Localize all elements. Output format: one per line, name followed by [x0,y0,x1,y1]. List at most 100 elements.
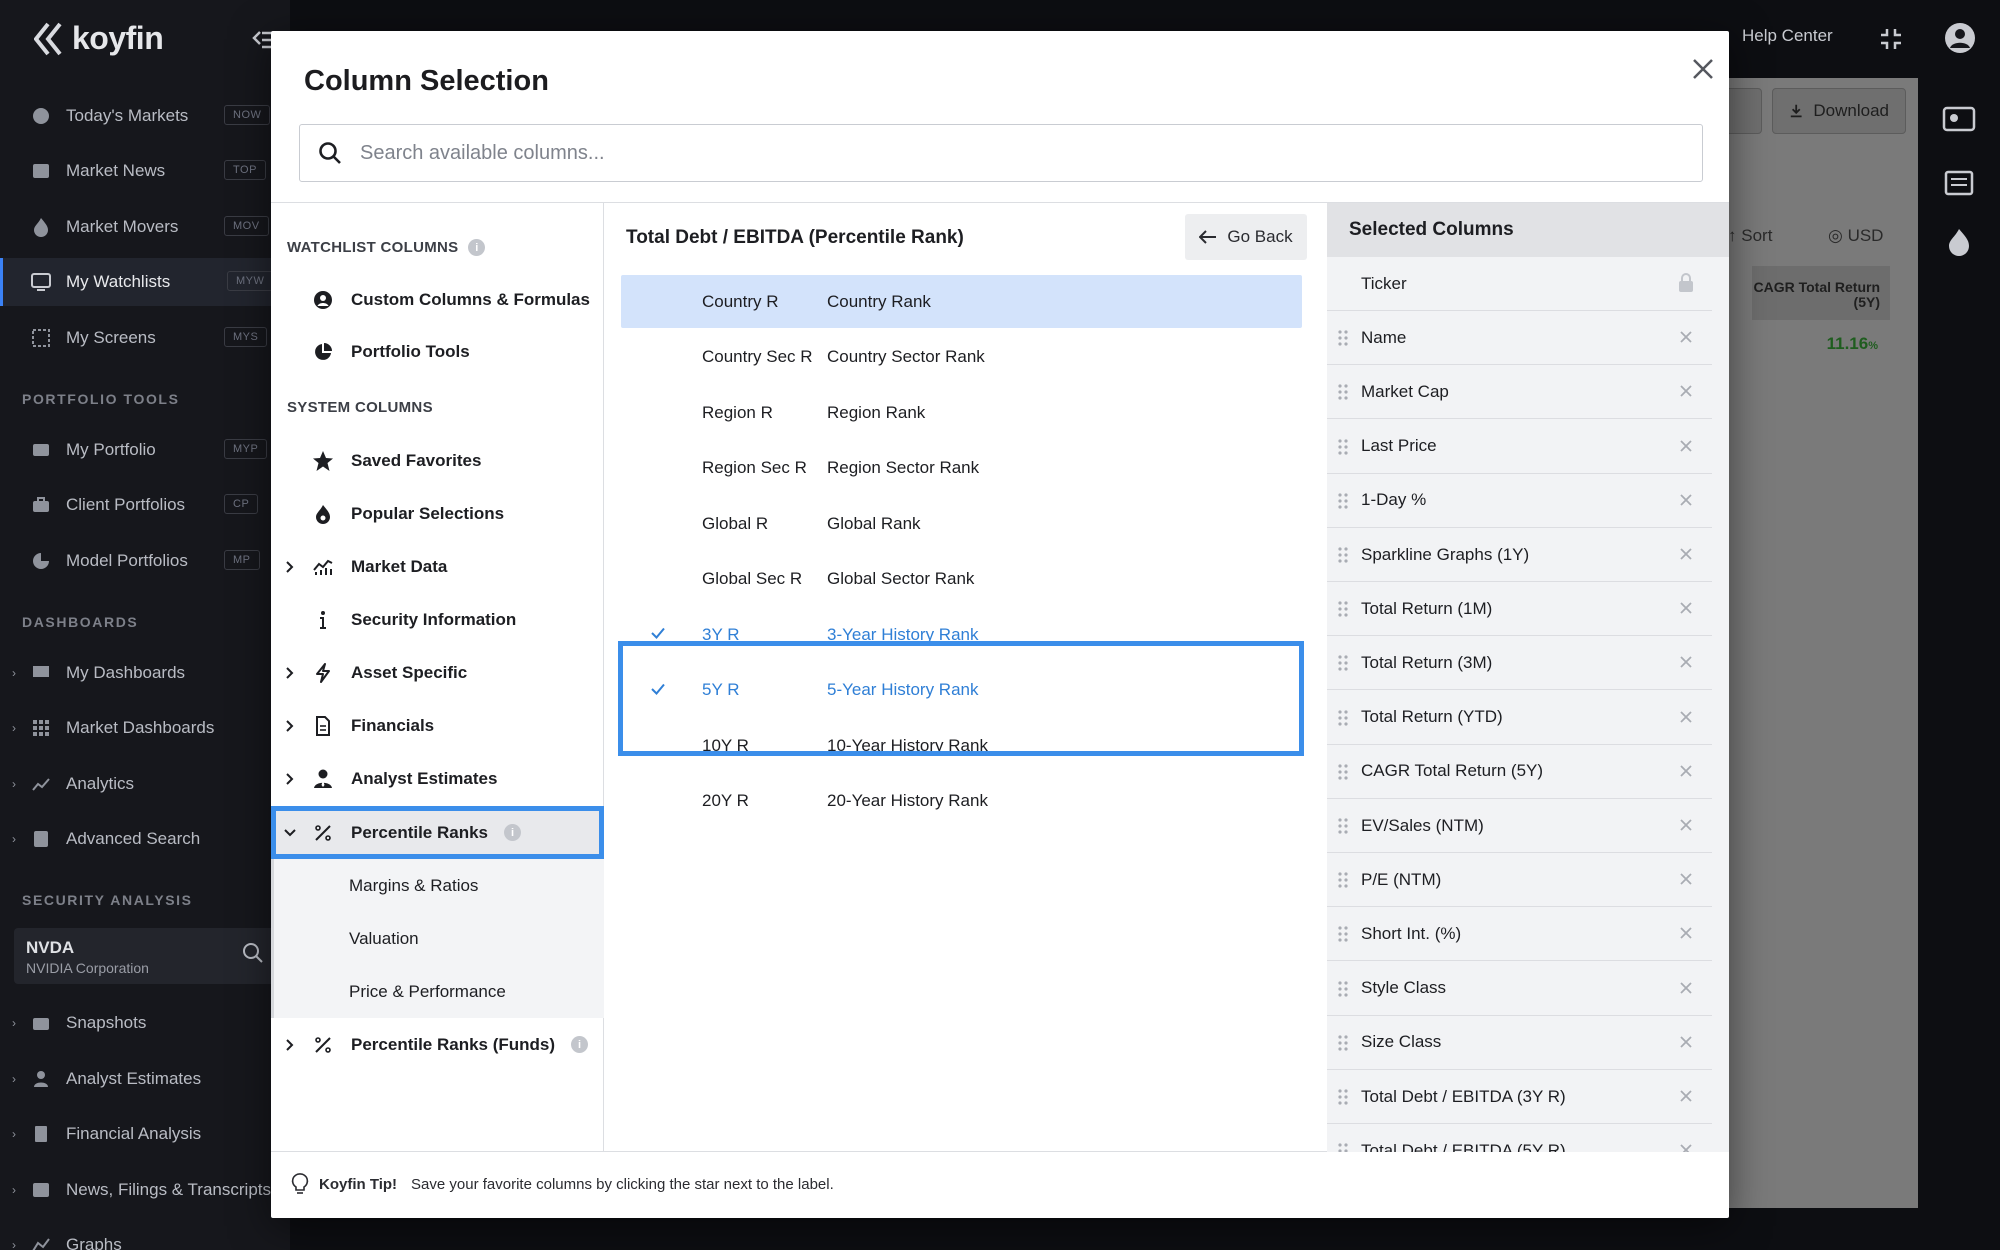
nav-news-filings[interactable]: › News, Filings & Transcripts [0,1166,290,1214]
column-option-row[interactable]: Region Sec R Region Sector Rank [621,442,1302,495]
remove-icon[interactable] [1679,1035,1693,1049]
selected-column-item[interactable]: Market Cap [1327,365,1712,420]
selected-column-item[interactable]: P/E (NTM) [1327,853,1712,908]
drag-handle-icon[interactable] [1337,925,1349,943]
selected-column-item[interactable]: Total Return (YTD) [1327,691,1712,745]
drag-handle-icon[interactable] [1337,492,1349,510]
subcategory-margins-ratios[interactable]: Margins & Ratios [271,859,604,912]
go-back-button[interactable]: Go Back [1185,214,1307,260]
nav-financial-analysis[interactable]: › Financial Analysis [0,1110,290,1158]
selected-column-item[interactable]: Last Price [1327,420,1712,474]
drag-handle-icon[interactable] [1337,1088,1349,1106]
column-option-row[interactable]: Country R Country Rank [621,275,1302,328]
nav-model-portfolios[interactable]: Model Portfolios MP [0,537,290,585]
nav-client-portfolios[interactable]: Client Portfolios CP [0,481,290,529]
drag-handle-icon[interactable] [1337,329,1349,347]
nav-market-movers[interactable]: Market Movers MOV [0,203,290,251]
remove-icon[interactable] [1679,601,1693,615]
column-option-row[interactable]: 3Y R 3-Year History Rank [621,608,1302,661]
help-center-link[interactable]: Help Center [1742,26,1833,46]
nav-snapshots[interactable]: › Snapshots [0,999,290,1047]
remove-icon[interactable] [1679,547,1693,561]
selected-column-item[interactable]: Size Class [1327,1016,1712,1070]
download-button[interactable]: Download [1772,88,1906,134]
category-popular-selections[interactable]: Popular Selections [271,487,604,540]
close-button[interactable] [1685,51,1721,87]
nav-market-dashboards[interactable]: › Market Dashboards [0,704,290,752]
column-option-row[interactable]: Global Sec R Global Sector Rank [621,553,1302,606]
selected-column-item[interactable]: 1-Day % [1327,474,1712,528]
category-percentile-ranks-funds[interactable]: Percentile Ranks (Funds) i [271,1018,604,1071]
drag-handle-icon[interactable] [1337,709,1349,727]
selected-column-item[interactable]: Total Debt / EBITDA (5Y R) [1327,1124,1712,1152]
search-icon[interactable] [242,942,264,964]
column-option-row[interactable]: Country Sec R Country Sector Rank [621,331,1302,384]
category-saved-favorites[interactable]: Saved Favorites [271,434,604,487]
subcategory-valuation[interactable]: Valuation [271,912,604,965]
info-icon[interactable]: i [571,1036,589,1053]
user-avatar-icon[interactable] [1944,22,1976,54]
newspaper-icon[interactable] [1944,170,1974,196]
column-option-row[interactable]: Global R Global Rank [621,497,1302,550]
category-financials[interactable]: Financials [271,699,604,752]
koyfin-logo[interactable]: koyfin [34,20,164,57]
remove-icon[interactable] [1679,818,1693,832]
remove-icon[interactable] [1679,330,1693,344]
category-percentile-ranks[interactable]: Percentile Ranks i [271,806,604,859]
drag-handle-icon[interactable] [1337,871,1349,889]
nav-my-watchlists[interactable]: My Watchlists MYW [0,258,290,306]
selected-column-item[interactable]: Total Debt / EBITDA (3Y R) [1327,1070,1712,1124]
drag-handle-icon[interactable] [1337,1142,1349,1152]
selected-column-item[interactable]: EV/Sales (NTM) [1327,799,1712,853]
minimize-icon[interactable] [1878,26,1904,52]
security-search[interactable]: NVDA NVIDIA Corporation [14,928,276,984]
category-custom-columns[interactable]: Custom Columns & Formulas [271,273,604,326]
remove-icon[interactable] [1679,1143,1693,1152]
remove-icon[interactable] [1679,926,1693,940]
drag-handle-icon[interactable] [1337,763,1349,781]
chat-icon[interactable] [1942,106,1976,136]
info-icon[interactable]: i [504,824,522,841]
selected-column-item[interactable]: Ticker [1327,257,1712,311]
nav-advanced-search[interactable]: › Advanced Search [0,815,290,863]
info-icon[interactable]: i [468,239,486,256]
subcategory-price-performance[interactable]: Price & Performance [271,965,604,1018]
nav-analytics[interactable]: › Analytics [0,760,290,808]
remove-icon[interactable] [1679,493,1693,507]
selected-column-item[interactable]: Style Class [1327,962,1712,1016]
drag-handle-icon[interactable] [1337,600,1349,618]
drag-handle-icon[interactable] [1337,1034,1349,1052]
remove-icon[interactable] [1679,384,1693,398]
sort-button[interactable]: ↑ Sort [1728,226,1772,246]
nav-my-screens[interactable]: My Screens MYS [0,314,290,362]
remove-icon[interactable] [1679,764,1693,778]
category-market-data[interactable]: Market Data [271,540,604,593]
drag-handle-icon[interactable] [1337,383,1349,401]
remove-icon[interactable] [1679,439,1693,453]
column-option-row[interactable]: 20Y R 20-Year History Rank [621,775,1302,828]
nav-analyst-estimates[interactable]: › Analyst Estimates [0,1055,290,1103]
selected-column-item[interactable]: Sparkline Graphs (1Y) [1327,528,1712,582]
selected-column-item[interactable]: CAGR Total Return (5Y) [1327,745,1712,799]
selected-column-item[interactable]: Total Return (3M) [1327,636,1712,691]
selected-column-item[interactable]: Total Return (1M) [1327,582,1712,637]
drag-handle-icon[interactable] [1337,817,1349,835]
nav-todays-markets[interactable]: Today's Markets NOW [0,92,290,140]
remove-icon[interactable] [1679,872,1693,886]
category-analyst-estimates[interactable]: Analyst Estimates [271,752,604,805]
drag-handle-icon[interactable] [1337,654,1349,672]
category-portfolio-tools[interactable]: Portfolio Tools [271,325,604,378]
column-option-row[interactable]: 10Y R 10-Year History Rank [621,719,1302,772]
drag-handle-icon[interactable] [1337,546,1349,564]
remove-icon[interactable] [1679,981,1693,995]
currency-selector[interactable]: ◎ USD [1828,226,1883,246]
nav-my-portfolio[interactable]: My Portfolio MYP [0,426,290,474]
remove-icon[interactable] [1679,1089,1693,1103]
drag-handle-icon[interactable] [1337,438,1349,456]
category-asset-specific[interactable]: Asset Specific [271,646,604,699]
selected-column-item[interactable]: Name [1327,311,1712,366]
flame-icon[interactable] [1948,228,1970,256]
selected-column-item[interactable]: Short Int. (%) [1327,907,1712,962]
category-security-information[interactable]: Security Information [271,593,604,646]
column-option-row[interactable]: Region R Region Rank [621,386,1302,439]
